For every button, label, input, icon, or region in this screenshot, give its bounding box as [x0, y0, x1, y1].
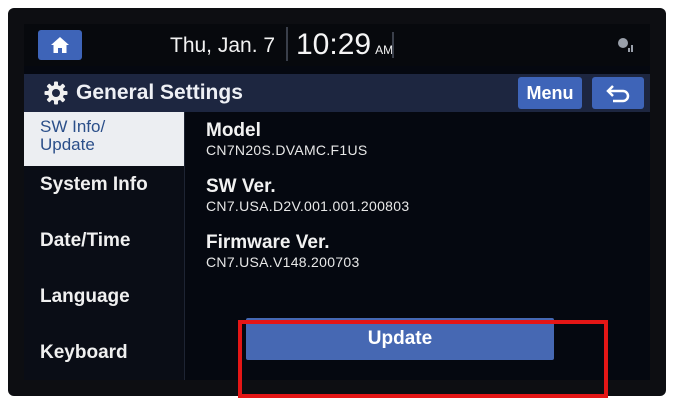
back-arrow-icon	[606, 85, 630, 103]
page-title: General Settings	[76, 81, 243, 104]
sw-version-row: SW Ver. CN7.USA.D2V.001.001.200803	[206, 176, 409, 215]
sidebar-item-date-time[interactable]: Date/Time	[24, 230, 184, 252]
settings-title-bar: General Settings Menu	[24, 74, 650, 112]
sidebar-item-label-line2: Update	[40, 135, 95, 154]
signal-icon	[618, 38, 633, 52]
sidebar-item-language[interactable]: Language	[24, 286, 184, 308]
highlight-box	[238, 320, 608, 398]
sidebar-item-system-info[interactable]: System Info	[24, 174, 184, 196]
sidebar-item-sw-info-update[interactable]: SW Info/ Update	[24, 112, 184, 166]
firmware-version-row: Firmware Ver. CN7.USA.V148.200703	[206, 232, 360, 271]
sw-version-label: SW Ver.	[206, 176, 276, 197]
model-label: Model	[206, 120, 261, 141]
firmware-version-value: CN7.USA.V148.200703	[206, 254, 360, 270]
menu-button[interactable]: Menu	[518, 77, 582, 109]
firmware-version-label: Firmware Ver.	[206, 232, 330, 253]
status-bar: Thu, Jan. 7 10:29 AM	[24, 24, 650, 66]
date-display: Thu, Jan. 7	[170, 34, 276, 57]
settings-sidebar: SW Info/ Update System Info Date/Time La…	[24, 112, 185, 380]
gear-icon	[44, 81, 68, 105]
sw-version-value: CN7.USA.D2V.001.001.200803	[206, 198, 410, 214]
clock-time: 10:29	[296, 28, 372, 61]
model-value: CN7N20S.DVAMC.F1US	[206, 142, 368, 158]
sidebar-item-label-line1: SW Info/	[40, 117, 106, 136]
model-row: Model CN7N20S.DVAMC.F1US	[206, 120, 368, 159]
home-button[interactable]	[38, 30, 82, 60]
status-divider	[392, 32, 394, 58]
clock: 10:29 AM	[286, 27, 393, 61]
home-icon	[51, 37, 69, 53]
sidebar-item-keyboard[interactable]: Keyboard	[24, 342, 184, 364]
back-button[interactable]	[592, 77, 644, 109]
clock-ampm: AM	[375, 43, 394, 57]
